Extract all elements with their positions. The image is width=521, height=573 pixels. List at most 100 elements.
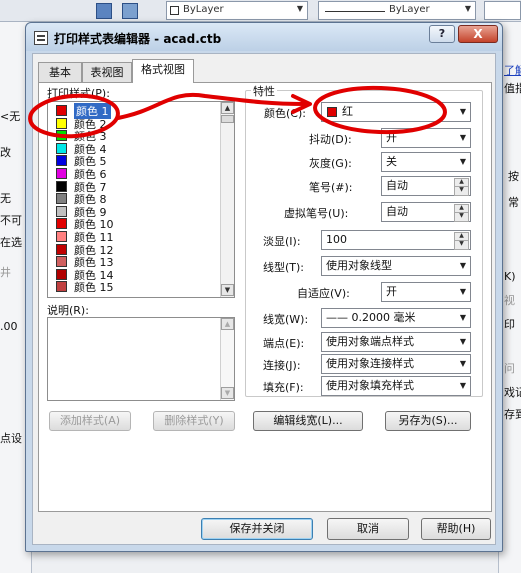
- list-item[interactable]: 颜色 6: [50, 167, 218, 181]
- right-fragment: 问: [504, 362, 515, 375]
- color-combo[interactable]: ByLayer ▼: [166, 1, 308, 20]
- joinstyle-select[interactable]: 使用对象连接样式 ▼: [321, 354, 471, 374]
- color-swatch-icon: [56, 256, 67, 268]
- chevron-down-icon: ▼: [459, 287, 466, 296]
- close-button[interactable]: X: [458, 25, 498, 43]
- linetype-value: 使用对象线型: [326, 259, 392, 272]
- layer-tool-icon[interactable]: [96, 3, 112, 19]
- color-swatch-icon: [56, 130, 67, 142]
- list-item[interactable]: 颜色 5: [50, 154, 218, 168]
- right-fragment[interactable]: 了解: [504, 62, 521, 78]
- spin-down-icon[interactable]: ▼: [454, 212, 469, 222]
- fill-label: 填充(F):: [263, 381, 304, 394]
- dither-value: 开: [386, 131, 397, 144]
- grayscale-select[interactable]: 关 ▼: [381, 152, 471, 172]
- color-swatch-icon: [56, 268, 67, 280]
- scroll-down-icon[interactable]: ▼: [221, 284, 234, 296]
- color-label: 颜色(C):: [264, 107, 306, 120]
- add-style-button[interactable]: 添加样式(A): [49, 411, 131, 431]
- form-view-panel: 打印样式(P): 颜色 1 颜色 2 颜色 3 颜色 4 颜色 5 颜色 6 颜色 7 颜色 …: [38, 82, 492, 512]
- right-fragment: 常: [508, 196, 519, 209]
- adaptive-value: 开: [386, 285, 397, 298]
- print-styles-list[interactable]: 颜色 1 颜色 2 颜色 3 颜色 4 颜色 5 颜色 6 颜色 7 颜色 8 颜色 9 颜色 1…: [47, 101, 235, 298]
- dialog-titlebar[interactable]: 打印样式表编辑器 - acad.ctb ? X: [26, 23, 502, 51]
- tab-general[interactable]: 基本: [38, 62, 82, 82]
- plotstyle-combo[interactable]: [484, 1, 521, 20]
- list-item[interactable]: 颜色 14: [50, 268, 218, 282]
- dither-select[interactable]: 开 ▼: [381, 128, 471, 148]
- color-swatch-icon: [56, 117, 67, 129]
- list-item[interactable]: 颜色 2: [50, 117, 218, 131]
- screening-spinner[interactable]: 100 ▲ ▼: [321, 230, 471, 250]
- layer-match-icon[interactable]: [122, 3, 138, 19]
- virtual-pen-spinner[interactable]: 自动 ▲ ▼: [381, 202, 471, 222]
- delete-style-button[interactable]: 删除样式(Y): [153, 411, 235, 431]
- description-textarea[interactable]: ▲ ▼: [47, 317, 235, 401]
- right-fragment: 视: [504, 294, 515, 307]
- chevron-down-icon: ▼: [459, 381, 466, 390]
- joinstyle-label: 连接(J):: [263, 359, 301, 372]
- list-item[interactable]: 颜色 11: [50, 230, 218, 244]
- edit-lineweights-button[interactable]: 编辑线宽(L)...: [253, 411, 363, 431]
- title-help-button[interactable]: ?: [429, 25, 455, 43]
- tab-table-view[interactable]: 表视图: [82, 62, 132, 82]
- endstyle-label: 端点(E):: [263, 337, 305, 350]
- spin-down-icon[interactable]: ▼: [454, 186, 469, 196]
- color-select[interactable]: 红 ▼: [321, 102, 471, 122]
- color-swatch-icon: [56, 105, 67, 116]
- virtual-pen-label: 虚拟笔号(U):: [284, 207, 349, 220]
- left-fragment: <无: [0, 110, 21, 123]
- list-item[interactable]: 颜色 7: [50, 180, 218, 194]
- list-item[interactable]: 颜色 8: [50, 192, 218, 206]
- fill-value: 使用对象填充样式: [326, 379, 414, 392]
- color-swatch-icon: [56, 193, 67, 205]
- cancel-button[interactable]: 取消: [327, 518, 409, 540]
- screening-label: 淡显(I):: [263, 235, 301, 248]
- lineweight-label: 线宽(W):: [263, 313, 309, 326]
- chevron-down-icon: ▼: [459, 313, 466, 322]
- plot-style-table-editor-dialog: 打印样式表编辑器 - acad.ctb ? X 基本 表视图 格式视图 打印样式…: [25, 22, 503, 552]
- color-swatch-icon: [170, 6, 179, 15]
- pen-label: 笔号(#):: [309, 181, 353, 194]
- print-styles-label: 打印样式(P):: [47, 87, 110, 100]
- save-and-close-button[interactable]: 保存并关闭: [201, 518, 313, 540]
- color-swatch-icon: [56, 168, 67, 179]
- scroll-up-icon[interactable]: ▲: [221, 102, 234, 114]
- scroll-thumb[interactable]: [221, 115, 234, 123]
- help-button[interactable]: 帮助(H): [421, 518, 491, 540]
- list-item[interactable]: 颜色 3: [50, 129, 218, 143]
- fill-select[interactable]: 使用对象填充样式 ▼: [321, 376, 471, 396]
- pen-spinner[interactable]: 自动 ▲ ▼: [381, 176, 471, 196]
- list-item[interactable]: 颜色 9: [50, 205, 218, 219]
- tab-form-view[interactable]: 格式视图: [132, 59, 194, 83]
- lineweight-select[interactable]: —— 0.2000 毫米 ▼: [321, 308, 471, 328]
- list-item[interactable]: 颜色 10: [50, 217, 218, 231]
- color-swatch-icon: [56, 142, 67, 154]
- chevron-down-icon: ▼: [459, 337, 466, 346]
- adaptive-select[interactable]: 开 ▼: [381, 282, 471, 302]
- endstyle-select[interactable]: 使用对象端点样式 ▼: [321, 332, 471, 352]
- grayscale-value: 关: [386, 155, 397, 168]
- description-scrollbar: ▲ ▼: [220, 318, 234, 400]
- right-fragment: K): [504, 270, 516, 283]
- color-swatch-icon: [56, 231, 67, 242]
- list-item[interactable]: 颜色 1: [50, 103, 218, 119]
- lineweight-combo[interactable]: ByLayer ▼: [318, 1, 476, 20]
- list-item[interactable]: 颜色 4: [50, 142, 218, 156]
- spin-down-icon[interactable]: ▼: [454, 240, 469, 250]
- chevron-down-icon: ▼: [459, 107, 466, 116]
- color-swatch-icon: [56, 205, 67, 217]
- color-value: 红: [342, 105, 353, 118]
- linetype-select[interactable]: 使用对象线型 ▼: [321, 256, 471, 276]
- list-scrollbar[interactable]: ▲ ▼: [220, 102, 234, 297]
- chevron-down-icon: ▼: [464, 4, 471, 13]
- list-item[interactable]: 颜色 12: [50, 243, 218, 257]
- line-sample-icon: [325, 11, 385, 12]
- save-as-button[interactable]: 另存为(S)...: [385, 411, 471, 431]
- virtual-pen-value: 自动: [386, 205, 408, 218]
- lineweight-combo-label: ByLayer: [389, 4, 430, 15]
- list-item[interactable]: 颜色 13: [50, 255, 218, 269]
- list-item[interactable]: 颜色 15: [50, 280, 218, 294]
- left-fragment: 改: [0, 146, 11, 159]
- pen-value: 自动: [386, 179, 408, 192]
